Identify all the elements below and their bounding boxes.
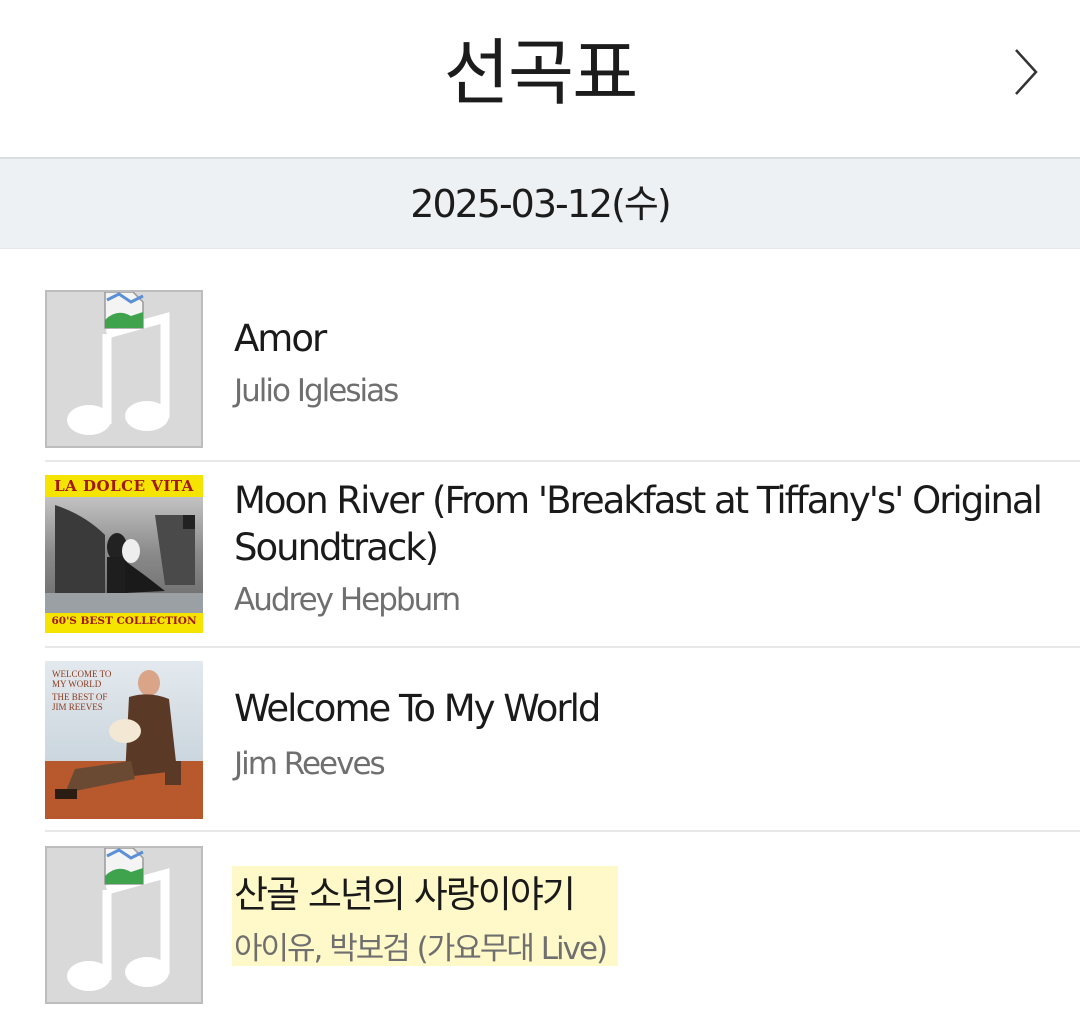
next-button[interactable]	[1006, 46, 1046, 98]
page-title: 선곡표	[443, 31, 639, 115]
song-title: Amor	[234, 317, 327, 360]
album-art-placeholder	[45, 290, 203, 448]
song-title: Moon River (From 'Breakfast at Tiffany's…	[234, 479, 1043, 522]
list-item[interactable]: WELCOME TO MY WORLD THE BEST OF JIM REEV…	[0, 648, 1080, 832]
album-cover: WELCOME TO MY WORLD THE BEST OF JIM REEV…	[45, 661, 203, 819]
list-item[interactable]: Amor Julio Iglesias	[0, 250, 1080, 462]
cover-text-line: MY WORLD	[52, 679, 102, 689]
cover-text-line: THE BEST OF	[52, 692, 108, 702]
cover-text-line: WELCOME TO	[52, 669, 112, 679]
broken-image-icon	[104, 848, 144, 885]
chevron-right-icon	[1015, 49, 1038, 95]
list-item[interactable]: 산골 소년의 사랑이야기 아이유, 박보검 (가요무대 Live)	[0, 832, 1080, 1014]
cover-text: WELCOME TO MY WORLD THE BEST OF JIM REEV…	[52, 669, 111, 712]
song-artist: Julio Iglesias	[234, 373, 399, 409]
album-cover: LA DOLCE VITA 60'S BEST COLLECTION	[45, 475, 203, 633]
song-title: Welcome To My World	[234, 687, 601, 730]
broken-image-icon	[104, 292, 144, 329]
song-artist: Audrey Hepburn	[234, 582, 461, 618]
cover-title: LA DOLCE VITA	[54, 477, 194, 495]
song-title-continued: Soundtrack)	[234, 526, 439, 569]
date-bar: 2025-03-12(수)	[0, 157, 1080, 249]
song-artist: 아이유, 박보검 (가요무대 Live)	[234, 931, 608, 967]
album-cover-image	[45, 475, 203, 633]
list-item[interactable]: LA DOLCE VITA 60'S BEST COLLECTION Moon …	[0, 462, 1080, 648]
album-art-placeholder	[45, 846, 203, 1004]
header-bar: 선곡표	[0, 0, 1080, 157]
song-title: 산골 소년의 사랑이야기	[234, 873, 576, 916]
song-artist: Jim Reeves	[234, 746, 386, 782]
cover-subtitle: 60'S BEST COLLECTION	[51, 615, 197, 627]
playlist-date: 2025-03-12(수)	[410, 182, 671, 226]
cover-text-line: JIM REEVES	[52, 702, 103, 712]
